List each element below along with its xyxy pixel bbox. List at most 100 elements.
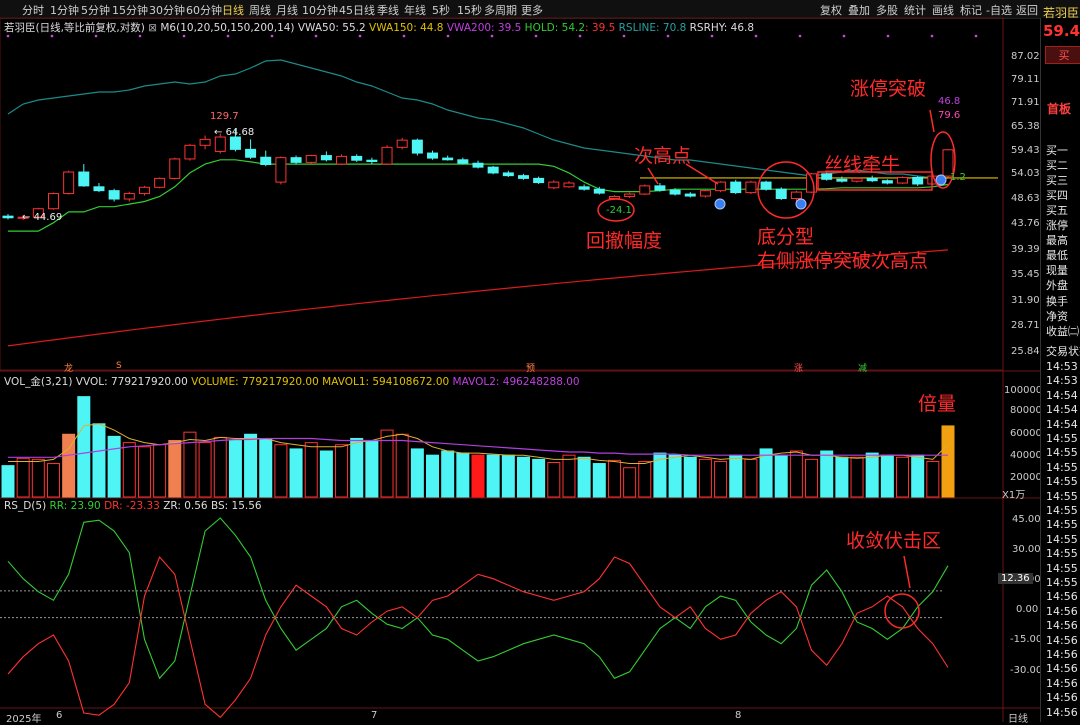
candle-body — [381, 146, 393, 165]
candle-body — [275, 157, 287, 183]
marker-dot — [534, 34, 538, 38]
volume-bar — [213, 436, 227, 498]
candle-body — [229, 136, 241, 150]
volume-tick: 60000 — [1010, 428, 1042, 439]
marker-dot — [886, 34, 890, 38]
trade-time: 14:55 — [1046, 460, 1078, 474]
marker-dot — [94, 34, 98, 38]
candle-body — [730, 181, 742, 194]
candle-body — [487, 166, 499, 174]
stock-name: 若羽臣 — [1043, 6, 1080, 20]
quote-item: 最低 — [1046, 249, 1068, 262]
quote-item: 收益㈡ — [1046, 325, 1079, 338]
volume-bar — [850, 456, 864, 498]
quote-item: 净资 — [1046, 310, 1068, 323]
rs-top2-label: 79.6 — [938, 110, 961, 121]
rs-tick: -15.00 — [1010, 634, 1043, 645]
volume-tick: 40000 — [1010, 450, 1042, 461]
high-price-label: ← 64.68 — [214, 127, 255, 138]
volume-bar — [259, 439, 273, 498]
pullback-value: -24.1 — [606, 205, 632, 216]
quote-item: 买二 — [1046, 159, 1068, 172]
date-year: 2025年 — [6, 714, 42, 725]
candle-body — [260, 156, 272, 166]
volume-bar — [607, 459, 621, 498]
trade-time: 14:55 — [1046, 532, 1078, 546]
volume-bar — [471, 454, 485, 498]
volume-bar — [668, 454, 682, 498]
volume-tick: 20000 — [1010, 472, 1042, 483]
arrow-line — [903, 555, 911, 589]
rs-dr-series — [7, 555, 949, 719]
candle-body — [760, 181, 772, 190]
candle-body — [608, 196, 620, 200]
volume-bar — [638, 460, 652, 498]
candle-body — [790, 191, 802, 200]
price-panel-frame — [0, 17, 1004, 371]
volume-bar — [395, 433, 409, 498]
chart-canvas[interactable] — [0, 0, 1040, 722]
candle-body — [548, 181, 560, 189]
candle-body — [851, 177, 863, 182]
volume-bar — [31, 458, 45, 498]
volume-bar — [577, 456, 591, 498]
volume-bar — [865, 452, 879, 498]
volume-bar — [62, 433, 76, 498]
candle-body — [154, 177, 166, 188]
volume-tick: 100000 — [1004, 385, 1043, 396]
price-tick: 31.90 — [1011, 295, 1040, 306]
trade-time: 14:56 — [1046, 691, 1078, 705]
mark-reduce: 减 — [858, 364, 868, 374]
volume-bar — [244, 433, 258, 498]
price-tick: 25.84 — [1011, 346, 1040, 357]
marker-dot — [446, 34, 450, 38]
candle-body — [472, 162, 484, 168]
candle-body — [351, 155, 363, 161]
quote-item: 现量 — [1046, 264, 1068, 277]
volume-bar — [516, 456, 530, 498]
candle-body — [93, 186, 105, 192]
section-label: 首板 — [1047, 102, 1072, 116]
mark-rise: 涨 — [794, 364, 804, 374]
trade-time: 14:55 — [1046, 504, 1078, 517]
volume-bar — [774, 454, 788, 498]
rsline-series — [7, 59, 948, 179]
volume-bar — [805, 458, 819, 498]
volume-bar — [46, 463, 60, 498]
marker-dot — [358, 34, 362, 38]
low-price-label: ← 44.69 — [22, 212, 63, 223]
trade-time: 14:56 — [1046, 662, 1078, 676]
volume-bar — [410, 448, 424, 498]
candle-body — [593, 188, 605, 194]
quote-item: 买五 — [1046, 204, 1068, 217]
volume-bar — [304, 442, 318, 498]
price-tick: 35.45 — [1011, 269, 1040, 280]
annotation-secondary-high: 次高点 — [634, 145, 692, 167]
marker-dot — [710, 34, 714, 38]
candle-body — [108, 190, 120, 200]
candle-body — [866, 177, 878, 182]
volume-bar — [744, 458, 758, 498]
period-label[interactable]: 日线 — [1008, 710, 1028, 725]
volume-bar — [835, 456, 849, 498]
candle-body — [47, 193, 59, 210]
candle-body — [78, 171, 90, 187]
marker-dot — [6, 34, 10, 38]
quote-item: 最高 — [1046, 234, 1068, 247]
volume-bar — [532, 458, 546, 498]
quote-item: 交易状态 — [1046, 345, 1080, 358]
candle-body — [533, 177, 545, 184]
candle-body — [199, 138, 211, 146]
rs-tick: 0.00 — [1016, 604, 1039, 615]
buy-button[interactable]: 买 — [1045, 46, 1080, 64]
price-tick: 54.03 — [1011, 168, 1040, 179]
volume-bar — [547, 462, 561, 498]
candle-body — [836, 178, 848, 182]
volume-bar — [426, 454, 440, 498]
price-tick: 87.02 — [1011, 51, 1040, 62]
trade-time: 14:54 — [1046, 388, 1078, 402]
volume-bar — [289, 448, 303, 498]
event-dot — [714, 198, 726, 210]
volume-bar — [274, 444, 288, 498]
mark-dragon: 龙 — [64, 364, 74, 374]
